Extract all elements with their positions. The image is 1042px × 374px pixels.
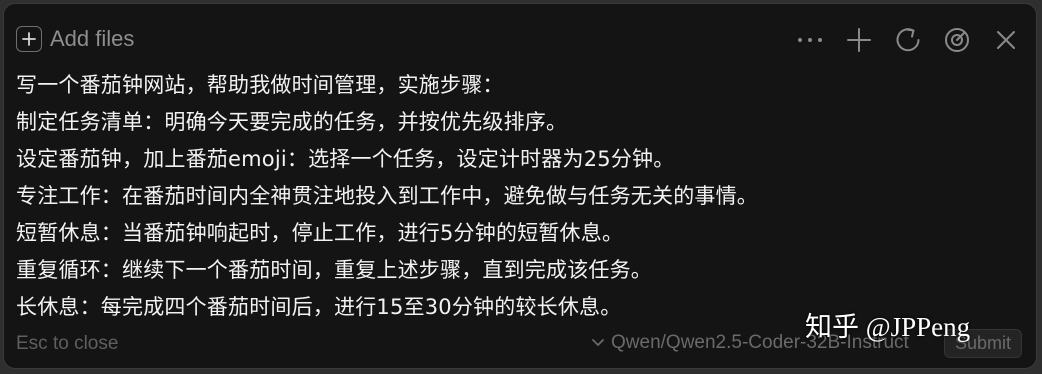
watermark: 知乎 @JPPeng bbox=[805, 312, 971, 342]
new-button[interactable] bbox=[843, 24, 875, 56]
more-icon bbox=[798, 38, 822, 42]
refresh-icon bbox=[896, 28, 920, 52]
prompt-line: 制定任务清单：明确今天要完成的任务，并按优先级排序。 bbox=[16, 110, 568, 134]
more-button[interactable] bbox=[794, 24, 826, 56]
add-icon bbox=[16, 26, 42, 52]
toolbar bbox=[794, 24, 1022, 56]
plus-icon bbox=[847, 28, 871, 52]
prompt-line: 写一个番茄钟网站，帮助我做时间管理，实施步骤： bbox=[16, 73, 504, 97]
prompt-line: 短暂休息：当番茄钟响起时，停止工作，进行5分钟的短暂休息。 bbox=[16, 221, 624, 245]
close-icon bbox=[997, 31, 1015, 49]
add-files-button[interactable]: Add files bbox=[16, 26, 134, 52]
gauge-button[interactable] bbox=[941, 24, 973, 56]
prompt-line: 重复循环：继续下一个番茄时间，重复上述步骤，直到完成该任务。 bbox=[16, 258, 652, 282]
close-button[interactable] bbox=[990, 24, 1022, 56]
add-files-label: Add files bbox=[50, 26, 135, 51]
prompt-line: 专注工作：在番茄时间内全神贯注地投入到工作中，避免做与任务无关的事情。 bbox=[16, 184, 758, 208]
gauge-icon bbox=[945, 28, 969, 52]
chevron-down-icon bbox=[592, 339, 604, 346]
prompt-input[interactable]: 写一个番茄钟网站，帮助我做时间管理，实施步骤： 制定任务清单：明确今天要完成的任… bbox=[16, 67, 1024, 326]
top-bar: Add files bbox=[4, 4, 1036, 76]
prompt-line: 设定番茄钟，加上番茄emoji：选择一个任务，设定计时器为25分钟。 bbox=[16, 147, 675, 171]
esc-hint: Esc to close bbox=[16, 333, 119, 354]
refresh-button[interactable] bbox=[892, 24, 924, 56]
